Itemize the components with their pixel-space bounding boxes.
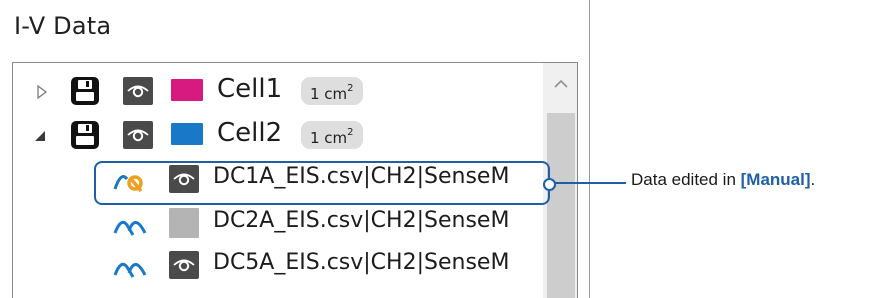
- edited-row-highlight: [94, 161, 550, 205]
- color-swatch[interactable]: [171, 79, 203, 101]
- tree-item-cell2[interactable]: Cell2 1 cm2: [13, 118, 543, 155]
- waveform-icon: [113, 220, 147, 236]
- file-name: DC2A_EIS.csv|CH2|SenseM: [213, 208, 510, 233]
- scroll-up-button[interactable]: [543, 63, 577, 113]
- color-swatch[interactable]: [171, 123, 203, 145]
- tree-item-file[interactable]: DC2A_EIS.csv|CH2|SenseM: [13, 207, 543, 243]
- eye-icon[interactable]: [123, 77, 153, 105]
- callout-text: Data edited in [Manual].: [631, 170, 816, 189]
- scroll-thumb[interactable]: [547, 113, 575, 298]
- cell-name: Cell1: [217, 74, 283, 104]
- callout-dot: [543, 178, 556, 191]
- save-disk-icon[interactable]: [71, 77, 99, 105]
- collapse-arrow-icon[interactable]: [33, 129, 47, 143]
- file-name: DC5A_EIS.csv|CH2|SenseM: [213, 250, 510, 275]
- expand-arrow-icon[interactable]: [35, 85, 49, 99]
- iv-data-panel: I-V Data Cell1 1 cm2 Cell2 1 cm2 DC1A_EI…: [0, 0, 590, 298]
- waveform-icon: [113, 262, 147, 278]
- hidden-visibility-box[interactable]: [169, 208, 199, 238]
- eye-icon[interactable]: [123, 121, 153, 149]
- area-badge: 1 cm2: [301, 121, 363, 149]
- callout-line: [554, 182, 626, 184]
- cell-name: Cell2: [217, 118, 283, 148]
- save-disk-icon[interactable]: [71, 121, 99, 149]
- chevron-up-icon: [554, 79, 568, 88]
- eye-icon[interactable]: [169, 251, 199, 279]
- panel-title: I-V Data: [14, 12, 112, 40]
- tree-item-file[interactable]: DC5A_EIS.csv|CH2|SenseM: [13, 249, 543, 285]
- tree-item-cell1[interactable]: Cell1 1 cm2: [13, 74, 543, 111]
- area-badge: 1 cm2: [301, 77, 363, 105]
